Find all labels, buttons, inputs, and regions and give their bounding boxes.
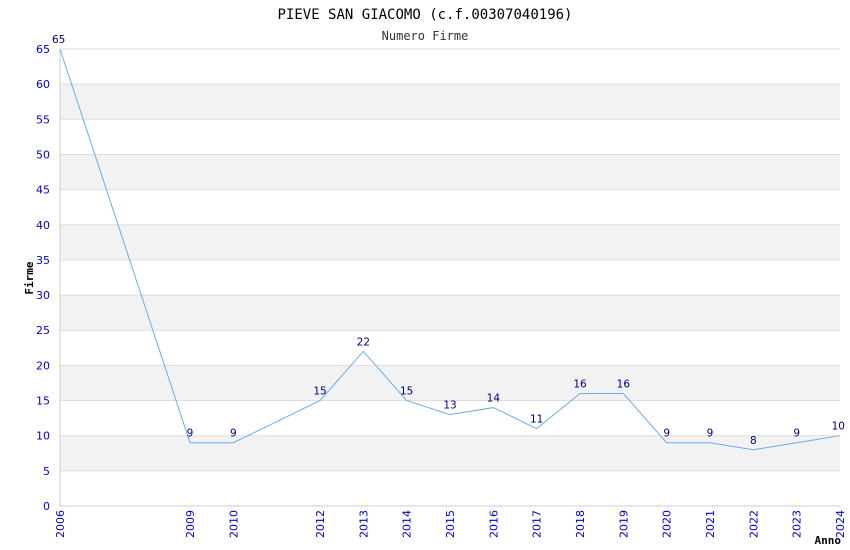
data-label: 9 bbox=[793, 428, 800, 440]
x-tick-label: 2017 bbox=[531, 510, 544, 538]
y-tick-label: 5 bbox=[43, 465, 50, 478]
background-band bbox=[60, 330, 840, 366]
x-tick-label: 2019 bbox=[617, 510, 630, 538]
background-bands bbox=[60, 49, 840, 506]
x-tick-label: 2006 bbox=[54, 510, 67, 538]
background-band bbox=[60, 154, 840, 190]
x-tick-label: 2015 bbox=[444, 510, 457, 538]
data-label: 16 bbox=[573, 379, 587, 391]
background-band bbox=[60, 49, 840, 85]
y-tick-label: 35 bbox=[36, 254, 50, 267]
x-tick-label: 2010 bbox=[227, 510, 240, 538]
y-tick-label: 25 bbox=[36, 324, 50, 337]
data-label: 10 bbox=[832, 421, 845, 433]
x-tick-label: 2018 bbox=[574, 510, 587, 538]
x-tick-label: 2021 bbox=[704, 510, 717, 538]
x-tick-label: 2020 bbox=[661, 510, 674, 538]
background-band bbox=[60, 435, 840, 471]
line-chart: PIEVE SAN GIACOMO (c.f.00307040196) Nume… bbox=[23, 7, 847, 547]
y-tick-label: 10 bbox=[36, 430, 50, 443]
x-tick-labels: 2006 2009 2010 2012 2013 2014 2015 2016 2017 2018… bbox=[54, 510, 847, 538]
y-tick-label: 65 bbox=[36, 43, 50, 56]
x-tick-label: 2009 bbox=[184, 510, 197, 538]
chart-subtitle: Numero Firme bbox=[382, 29, 469, 43]
y-tick-label: 50 bbox=[36, 148, 50, 161]
x-tick-label: 2023 bbox=[791, 510, 804, 538]
y-tick-label: 30 bbox=[36, 289, 50, 302]
background-band bbox=[60, 224, 840, 260]
data-label: 9 bbox=[187, 428, 194, 440]
chart-title: PIEVE SAN GIACOMO (c.f.00307040196) bbox=[277, 7, 572, 23]
y-tick-label: 45 bbox=[36, 184, 50, 197]
data-label: 11 bbox=[530, 414, 543, 426]
data-label: 14 bbox=[487, 393, 501, 405]
x-axis-label: Anno bbox=[815, 534, 842, 547]
data-label: 13 bbox=[443, 400, 456, 412]
y-tick-label: 15 bbox=[36, 395, 50, 408]
x-tick-label: 2022 bbox=[747, 510, 760, 538]
data-label: 16 bbox=[617, 379, 631, 391]
data-label: 22 bbox=[357, 336, 370, 348]
background-band bbox=[60, 295, 840, 331]
y-tick-label: 60 bbox=[36, 78, 50, 91]
background-band bbox=[60, 119, 840, 155]
y-tick-label: 0 bbox=[43, 500, 50, 513]
y-axis-label: Firme bbox=[23, 261, 36, 294]
y-tick-labels: 0 5 10 15 20 25 30 35 40 45 50 55 60 65 bbox=[36, 43, 50, 513]
data-label: 9 bbox=[230, 428, 237, 440]
data-label: 9 bbox=[707, 428, 714, 440]
y-tick-label: 55 bbox=[36, 113, 50, 126]
background-band bbox=[60, 470, 840, 506]
background-band bbox=[60, 84, 840, 120]
data-label: 15 bbox=[400, 386, 413, 398]
data-label: 8 bbox=[750, 435, 757, 447]
background-band bbox=[60, 259, 840, 296]
y-tick-label: 20 bbox=[36, 359, 50, 372]
background-band bbox=[60, 189, 840, 225]
x-tick-label: 2014 bbox=[401, 510, 414, 538]
background-band bbox=[60, 365, 840, 401]
x-tick-label: 2012 bbox=[314, 510, 327, 538]
y-tick-label: 40 bbox=[36, 219, 50, 232]
data-label: 65 bbox=[52, 34, 65, 46]
data-label: 9 bbox=[663, 428, 670, 440]
data-label: 15 bbox=[313, 386, 326, 398]
x-tick-label: 2013 bbox=[357, 510, 370, 538]
x-tick-label: 2016 bbox=[487, 510, 500, 538]
